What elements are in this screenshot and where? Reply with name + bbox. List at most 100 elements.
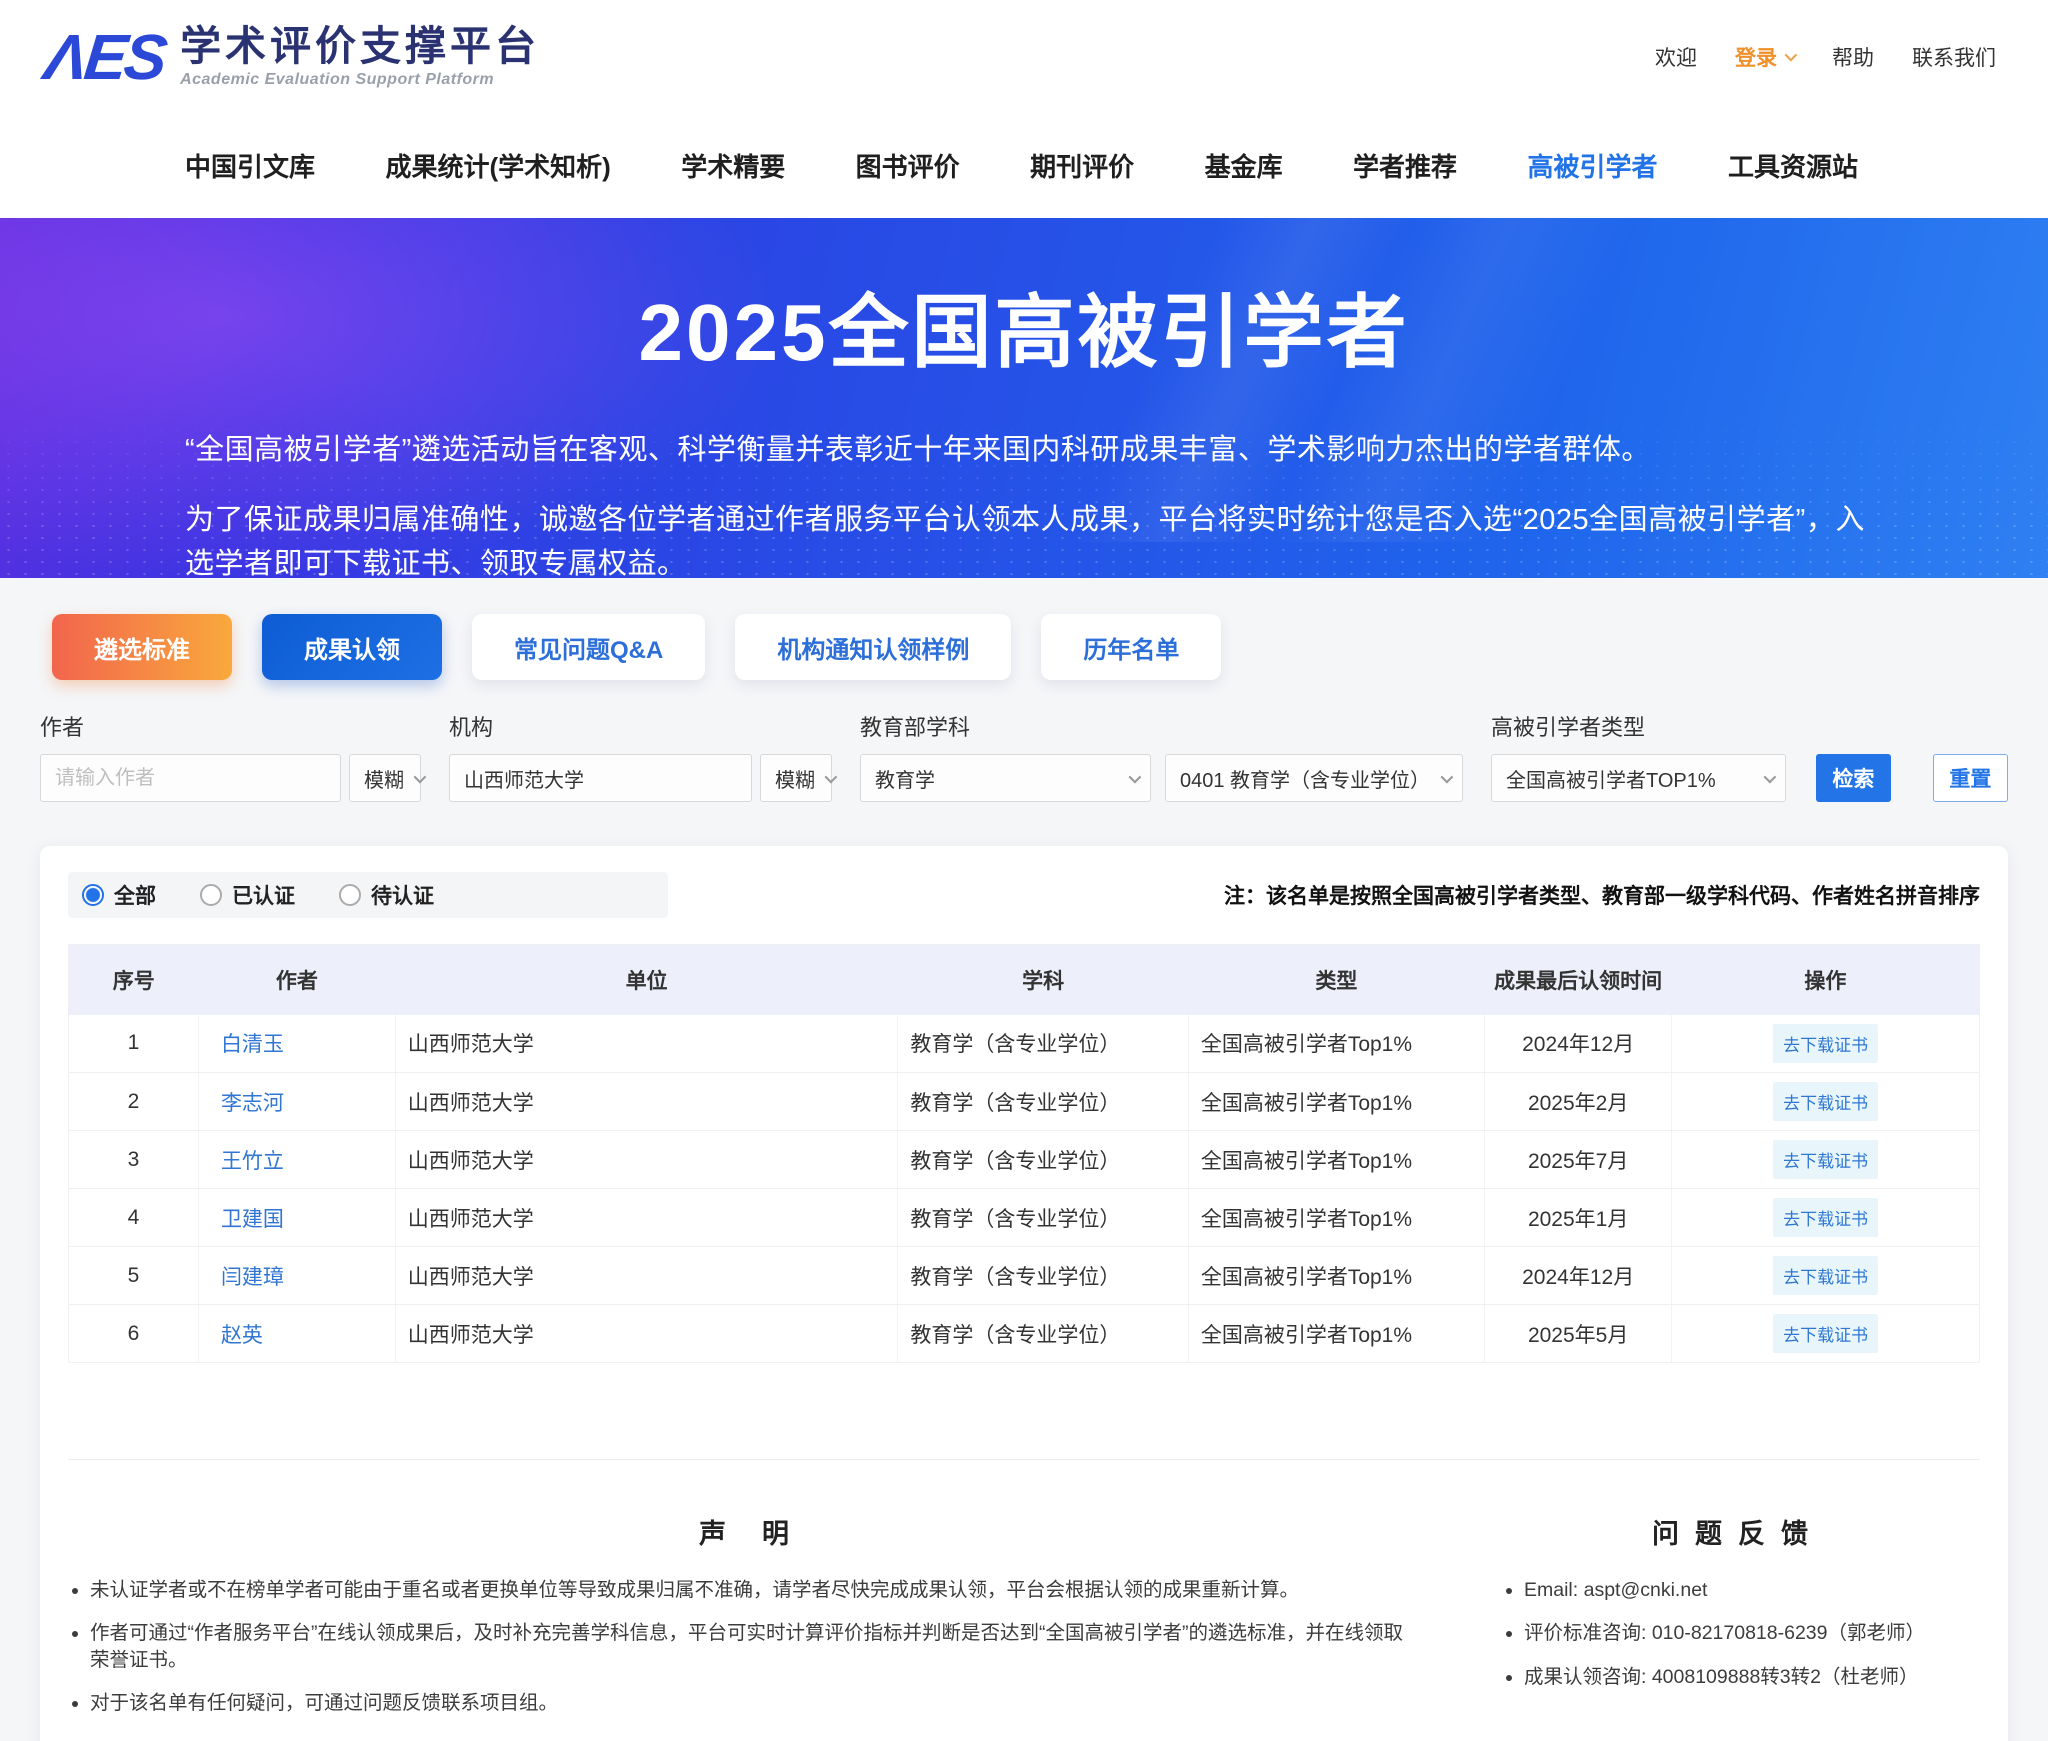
chevron-down-icon xyxy=(414,770,427,783)
column-header: 操作 xyxy=(1672,945,1980,1015)
subject-cell: 教育学（含专业学位） xyxy=(898,1073,1188,1131)
row-index: 2 xyxy=(69,1073,199,1131)
platform-subtitle: Academic Evaluation Support Platform xyxy=(180,71,540,89)
nav-item[interactable]: 成果统计(学术知析) xyxy=(385,147,610,184)
chevron-down-icon xyxy=(1441,770,1454,783)
claim-date-cell: 2024年12月 xyxy=(1485,1247,1672,1305)
author-mode-value: 模糊 xyxy=(364,764,404,793)
login-link[interactable]: 登录 xyxy=(1735,42,1794,72)
nav-item[interactable]: 图书评价 xyxy=(856,147,960,184)
tab[interactable]: 机构通知认领样例 xyxy=(735,614,1011,680)
author-link[interactable]: 王竹立 xyxy=(221,1150,284,1173)
welcome-text: 欢迎 xyxy=(1655,42,1697,72)
table-header-row: 序号 作者 单位 学科 类型 成果最后认领时间 操作 xyxy=(69,945,1980,1015)
download-cert-button[interactable]: 去下载证书 xyxy=(1773,1024,1878,1063)
chevron-down-icon xyxy=(1764,770,1777,783)
reset-button[interactable]: 重置 xyxy=(1933,754,2008,802)
table-row: 5 闫建璋 山西师范大学 教育学（含专业学位） 全国高被引学者Top1% 202… xyxy=(69,1247,1980,1305)
hero-paragraph-1: “全国高被引学者”遴选活动旨在客观、科学衡量并表彰近十年来国内科研成果丰富、学术… xyxy=(185,428,1863,472)
subject-level1-value: 教育学 xyxy=(875,764,935,793)
type-cell: 全国高被引学者Top1% xyxy=(1188,1247,1484,1305)
feedback-item: 成果认领咨询: 4008109888转3转2（杜老师） xyxy=(1524,1664,1980,1690)
filter-bar: 作者 模糊 机构 模糊 教育部学科 xyxy=(0,680,2048,802)
radio-label: 全部 xyxy=(114,880,156,910)
subject-filter-group: 教育部学科 教育学 0401 教育学（含专业学位） xyxy=(860,710,1463,802)
search-button[interactable]: 检索 xyxy=(1816,754,1891,802)
radio-option[interactable]: 待认证 xyxy=(339,880,434,910)
org-cell: 山西师范大学 xyxy=(395,1131,898,1189)
platform-logo[interactable]: ΛES 学术评价支撑平台 Academic Evaluation Support… xyxy=(45,24,540,89)
subject-level2-select[interactable]: 0401 教育学（含专业学位） xyxy=(1165,754,1463,802)
type-label: 高被引学者类型 xyxy=(1491,710,1786,742)
nav-item[interactable]: 基金库 xyxy=(1205,147,1283,184)
author-link[interactable]: 白清玉 xyxy=(221,1033,284,1056)
type-cell: 全国高被引学者Top1% xyxy=(1188,1131,1484,1189)
help-link[interactable]: 帮助 xyxy=(1832,42,1874,72)
table-row: 2 李志河 山西师范大学 教育学（含专业学位） 全国高被引学者Top1% 202… xyxy=(69,1073,1980,1131)
org-input[interactable] xyxy=(449,754,752,802)
author-mode-select[interactable]: 模糊 xyxy=(349,754,421,802)
radio-icon xyxy=(82,884,104,906)
chevron-down-icon xyxy=(1785,49,1798,62)
org-cell: 山西师范大学 xyxy=(395,1247,898,1305)
top-header: ΛES 学术评价支撑平台 Academic Evaluation Support… xyxy=(0,0,2048,218)
author-link[interactable]: 卫建国 xyxy=(221,1208,284,1231)
column-header: 序号 xyxy=(69,945,199,1015)
org-cell: 山西师范大学 xyxy=(395,1189,898,1247)
claim-date-cell: 2025年2月 xyxy=(1485,1073,1672,1131)
type-cell: 全国高被引学者Top1% xyxy=(1188,1305,1484,1363)
author-link[interactable]: 赵英 xyxy=(221,1324,263,1347)
column-header: 作者 xyxy=(198,945,395,1015)
radio-option[interactable]: 全部 xyxy=(82,880,156,910)
subject-cell: 教育学（含专业学位） xyxy=(898,1189,1188,1247)
type-cell: 全国高被引学者Top1% xyxy=(1188,1189,1484,1247)
org-cell: 山西师范大学 xyxy=(395,1015,898,1073)
tab[interactable]: 历年名单 xyxy=(1041,614,1221,680)
download-cert-button[interactable]: 去下载证书 xyxy=(1773,1082,1878,1121)
table-row: 6 赵英 山西师范大学 教育学（含专业学位） 全国高被引学者Top1% 2025… xyxy=(69,1305,1980,1363)
download-cert-button[interactable]: 去下载证书 xyxy=(1773,1314,1878,1353)
author-link[interactable]: 闫建璋 xyxy=(221,1266,284,1289)
radio-icon xyxy=(200,884,222,906)
claim-date-cell: 2025年5月 xyxy=(1485,1305,1672,1363)
hero-banner: 2025全国高被引学者 “全国高被引学者”遴选活动旨在客观、科学衡量并表彰近十年… xyxy=(0,218,2048,578)
author-link[interactable]: 李志河 xyxy=(221,1092,284,1115)
type-filter-group: 高被引学者类型 全国高被引学者TOP1% xyxy=(1491,710,1786,802)
tab[interactable]: 成果认领 xyxy=(262,614,442,680)
radio-option[interactable]: 已认证 xyxy=(200,880,295,910)
nav-item[interactable]: 学者推荐 xyxy=(1353,147,1457,184)
nav-item[interactable]: 学术精要 xyxy=(681,147,785,184)
download-cert-button[interactable]: 去下载证书 xyxy=(1773,1256,1878,1295)
author-filter-group: 作者 模糊 xyxy=(40,710,421,802)
nav-item[interactable]: 期刊评价 xyxy=(1030,147,1134,184)
scholar-type-value: 全国高被引学者TOP1% xyxy=(1506,764,1716,793)
statement-item: 对于该名单有任何疑问，可通过问题反馈联系项目组。 xyxy=(90,1690,1420,1716)
main-nav: 中国引文库 成果统计(学术知析) 学术精要 图书评价 期刊评价 基金库 学者推荐… xyxy=(0,113,2048,218)
nav-item[interactable]: 工具资源站 xyxy=(1728,147,1858,184)
row-index: 5 xyxy=(69,1247,199,1305)
tab[interactable]: 遴选标准 xyxy=(52,614,232,680)
utility-links: 欢迎 登录 帮助 联系我们 xyxy=(1655,42,1996,72)
tab[interactable]: 常见问题Q&A xyxy=(472,614,705,680)
nav-item[interactable]: 中国引文库 xyxy=(185,147,315,184)
org-mode-select[interactable]: 模糊 xyxy=(760,754,832,802)
type-cell: 全国高被引学者Top1% xyxy=(1188,1073,1484,1131)
author-label: 作者 xyxy=(40,710,421,742)
chevron-down-icon xyxy=(1129,770,1142,783)
feedback-list: Email: aspt@cnki.net 评价标准咨询: 010-8217081… xyxy=(1480,1577,1980,1690)
scholar-type-select[interactable]: 全国高被引学者TOP1% xyxy=(1491,754,1786,802)
author-input[interactable] xyxy=(40,754,341,802)
subject-level2-value: 0401 教育学（含专业学位） xyxy=(1180,764,1430,793)
table-row: 1 白清玉 山西师范大学 教育学（含专业学位） 全国高被引学者Top1% 202… xyxy=(69,1015,1980,1073)
download-cert-button[interactable]: 去下载证书 xyxy=(1773,1140,1878,1179)
nav-item[interactable]: 高被引学者 xyxy=(1527,147,1657,184)
contact-link[interactable]: 联系我们 xyxy=(1912,42,1996,72)
subject-level1-select[interactable]: 教育学 xyxy=(860,754,1151,802)
statement-item: 作者可通过“作者服务平台”在线认领成果后，及时补充完善学科信息，平台可实时计算评… xyxy=(90,1620,1420,1673)
column-header: 学科 xyxy=(898,945,1188,1015)
download-cert-button[interactable]: 去下载证书 xyxy=(1773,1198,1878,1237)
statement-item: 未认证学者或不在榜单学者可能由于重名或者更换单位等导致成果归属不准确，请学者尽快… xyxy=(90,1577,1420,1603)
row-index: 6 xyxy=(69,1305,199,1363)
scholars-table: 序号 作者 单位 学科 类型 成果最后认领时间 操作 xyxy=(68,944,1980,1363)
claim-date-cell: 2024年12月 xyxy=(1485,1015,1672,1073)
